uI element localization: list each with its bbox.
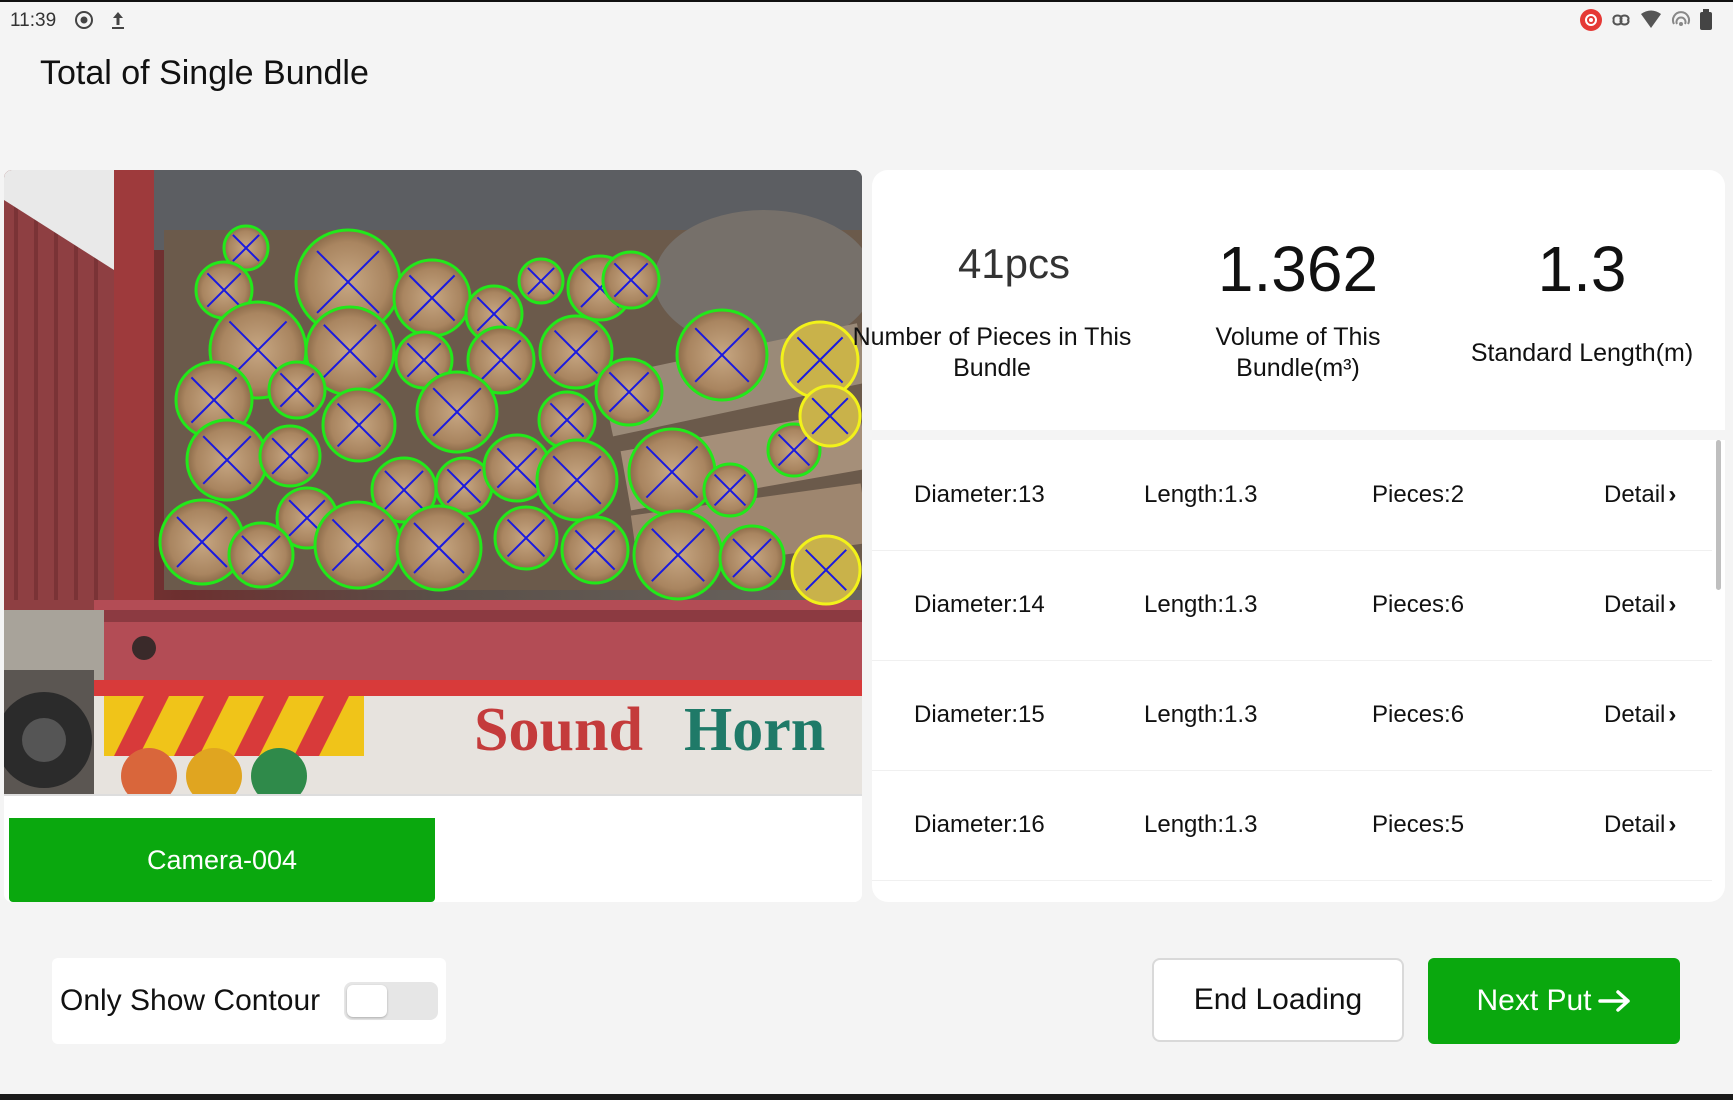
camera-feed-image[interactable]: Sound Horn [4, 170, 862, 796]
upload-icon [112, 12, 124, 29]
list-item[interactable]: Diameter:15 Length:1.3 Pieces:6 Detail › [872, 660, 1712, 771]
log-contour [594, 357, 664, 427]
chevron-right-icon: › [1668, 701, 1677, 728]
record-icon [75, 11, 93, 29]
detail-link[interactable]: Detail › [1604, 440, 1676, 550]
list-item[interactable]: Diameter:16 Length:1.3 Pieces:5 Detail › [872, 770, 1712, 881]
diameter-value: Diameter:16 [914, 811, 1045, 838]
log-contour [535, 438, 619, 522]
arrow-right-icon [1597, 990, 1630, 1012]
camera-panel: Sound Horn Camera-004 [4, 170, 862, 902]
page-title: Total of Single Bundle [40, 54, 369, 92]
camera-tab-004[interactable]: Camera-004 [9, 818, 435, 902]
detail-link[interactable]: Detail › [1604, 550, 1676, 660]
stat-volume-value: 1.362 [1217, 233, 1379, 305]
status-icons [1579, 8, 1713, 32]
stat-pieces-value: 41pcs [957, 240, 1071, 287]
list-item[interactable]: Diameter:14 Length:1.3 Pieces:6 Detail › [872, 550, 1712, 661]
diameter-detail-list[interactable]: Diameter:13 Length:1.3 Pieces:2 Detail › … [872, 440, 1725, 902]
length-value: Length:1.3 [1144, 701, 1258, 728]
next-put-button[interactable]: Next Put [1428, 958, 1680, 1044]
detail-label: Detail [1604, 591, 1666, 618]
detail-link[interactable]: Detail › [1604, 660, 1676, 770]
pieces-value: Pieces:6 [1372, 591, 1465, 618]
pieces-value: Pieces:2 [1372, 481, 1465, 508]
contour-toggle-label: Only Show Contour [60, 984, 321, 1017]
log-contour [321, 387, 397, 463]
next-put-label: Next Put [1476, 984, 1592, 1017]
log-contour [798, 384, 862, 448]
battery-icon [1700, 9, 1712, 30]
window-frame-bottom [0, 1094, 1733, 1100]
list-item[interactable]: Diameter:13 Length:1.3 Pieces:2 Detail › [872, 440, 1712, 551]
log-contour [267, 360, 327, 420]
chevron-right-icon: › [1668, 481, 1677, 508]
log-contour [560, 515, 630, 585]
status-time: 11:39 [10, 10, 57, 31]
detail-label: Detail [1604, 481, 1666, 508]
log-contour [227, 521, 295, 589]
bumper-text-right: Horn [684, 696, 825, 764]
toggle-knob [347, 985, 387, 1017]
stat-length: 1.3 Standard Length(m) [1440, 170, 1724, 430]
vpn-icon [1612, 14, 1630, 26]
chevron-right-icon: › [1668, 811, 1677, 838]
log-contour [718, 524, 786, 592]
log-contour [415, 370, 499, 454]
list-scrollbar[interactable] [1716, 440, 1721, 590]
stat-length-label: Standard Length(m) [1470, 339, 1694, 367]
wifi-icon [1641, 10, 1661, 28]
log-contour [313, 500, 403, 590]
log-contour [395, 504, 483, 592]
log-contour [392, 258, 472, 338]
log-contour [537, 390, 597, 450]
bumper-text-left: Sound [474, 696, 643, 764]
contour-toggle-row: Only Show Contour [52, 958, 446, 1044]
stat-volume-label: Volume of This Bundle(m³) [1215, 323, 1381, 382]
log-contour [258, 424, 322, 488]
stats-panel: 41pcs Number of Pieces in This Bundle 1.… [853, 170, 1725, 430]
log-contour [702, 462, 758, 518]
diameter-value: Diameter:14 [914, 591, 1045, 618]
length-value: Length:1.3 [1144, 591, 1258, 618]
log-contour [627, 427, 717, 517]
camera-tabbar: Camera-004 [4, 818, 862, 902]
stat-pieces: 41pcs Number of Pieces in This Bundle [853, 170, 1156, 430]
log-contour [632, 509, 724, 601]
contour-toggle-switch[interactable] [344, 982, 438, 1020]
length-value: Length:1.3 [1144, 481, 1258, 508]
screen-record-icon [1580, 9, 1602, 31]
chevron-right-icon: › [1668, 591, 1677, 618]
end-loading-button[interactable]: End Loading [1152, 958, 1404, 1042]
detail-label: Detail [1604, 701, 1666, 728]
log-contour [675, 308, 769, 402]
pieces-value: Pieces:5 [1372, 811, 1465, 838]
diameter-value: Diameter:15 [914, 701, 1045, 728]
log-contour [790, 534, 862, 606]
length-value: Length:1.3 [1144, 811, 1258, 838]
hotspot-icon [1672, 11, 1690, 26]
log-contour [517, 257, 565, 305]
stat-length-value: 1.3 [1537, 233, 1627, 305]
log-contour [185, 418, 269, 502]
detail-link[interactable]: Detail › [1604, 770, 1676, 880]
detail-label: Detail [1604, 811, 1666, 838]
stat-volume: 1.362 Volume of This Bundle(m³) [1156, 170, 1440, 430]
log-contour [601, 250, 661, 310]
pieces-value: Pieces:6 [1372, 701, 1465, 728]
log-contour [493, 505, 559, 571]
diameter-value: Diameter:13 [914, 481, 1045, 508]
status-bar: 11:39 [0, 2, 1733, 36]
stat-pieces-label: Number of Pieces in This Bundle [852, 323, 1132, 382]
